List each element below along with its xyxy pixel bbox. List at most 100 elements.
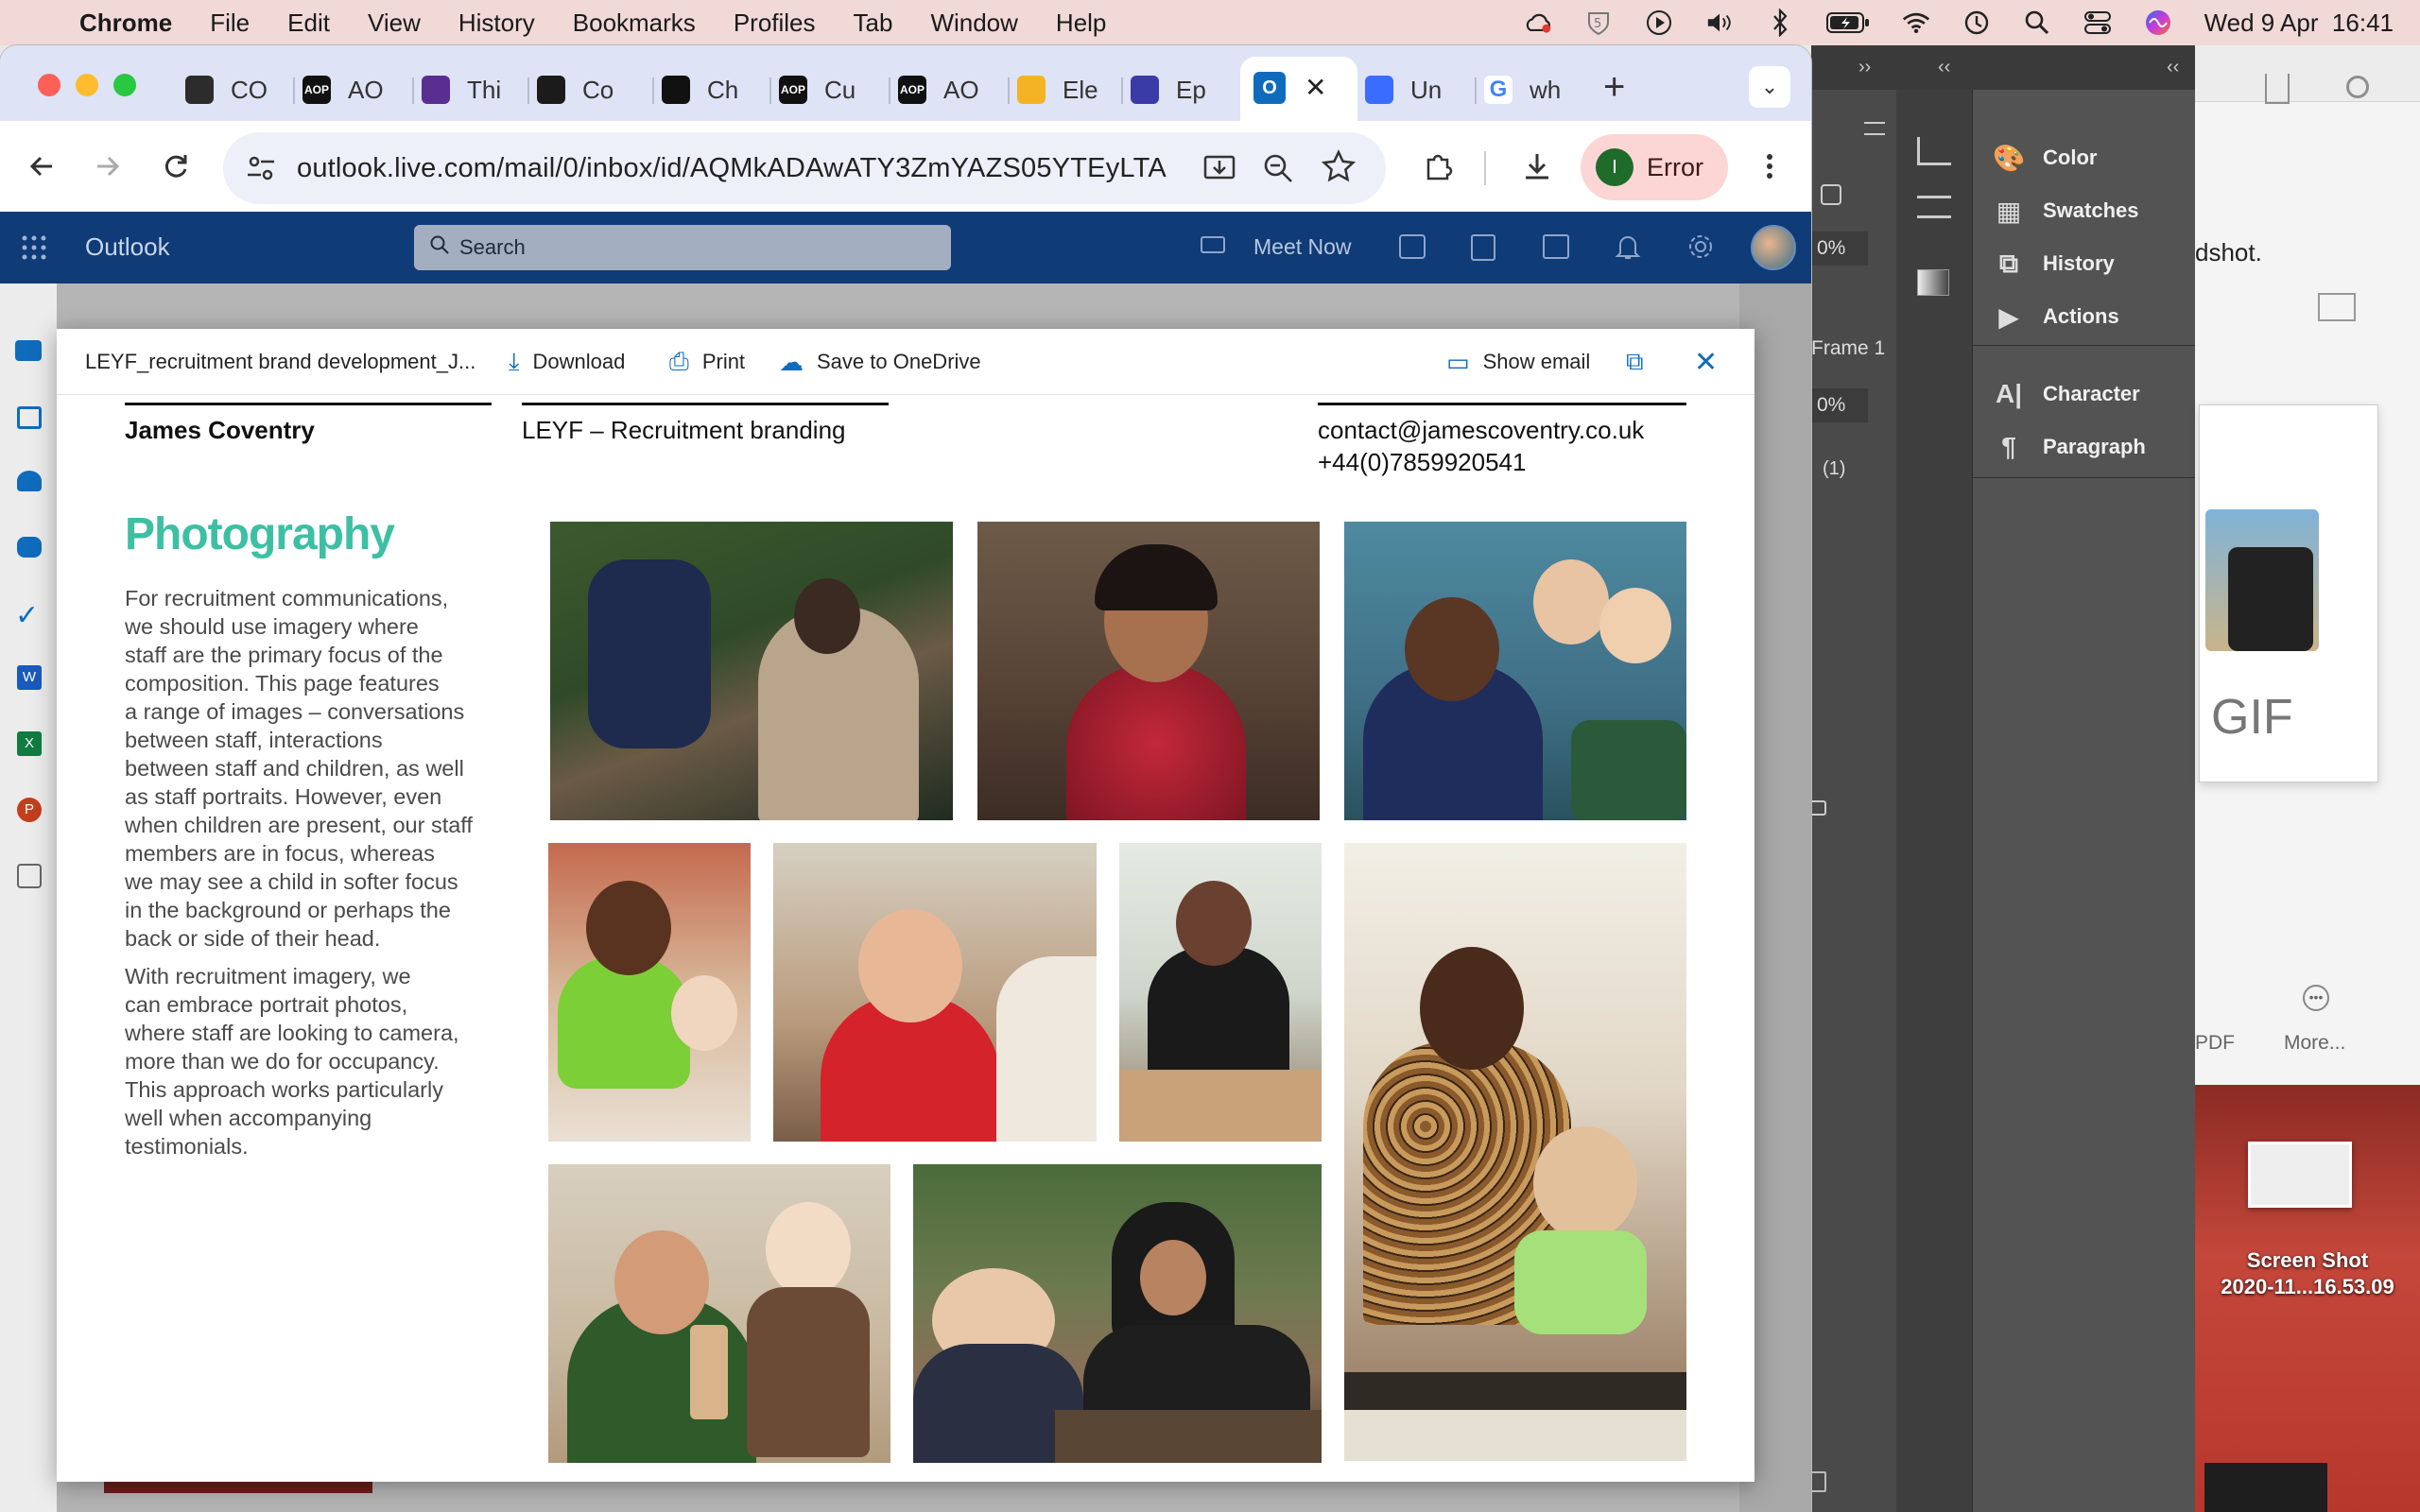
meet-now-button[interactable]: Meet Now [1253,234,1352,260]
calendar-rail-icon[interactable] [17,406,42,429]
screenshot-file-icon[interactable] [2248,1142,2352,1208]
excel-rail-icon[interactable]: X [17,731,42,756]
todo-icon[interactable] [1543,234,1569,259]
show-email-button[interactable]: ▭ Show email [1446,329,1590,395]
outlook-app-name[interactable]: Outlook [85,232,170,262]
forward-button[interactable] [87,146,129,187]
close-preview-button[interactable]: ✕ [1694,329,1718,395]
panel-color[interactable]: 🎨 Color [1973,131,2196,184]
menu-window[interactable]: Window [930,9,1017,38]
download-button[interactable]: ⤓ Download [509,329,625,395]
panel-menu-icon[interactable] [1864,122,1885,135]
menubar-clock[interactable]: Wed 9 Apr 16:41 [2204,9,2394,38]
browser-tab-10[interactable]: Un [1365,59,1442,121]
wifi-icon[interactable] [1902,9,1930,37]
bookmark-star-icon[interactable] [1321,149,1357,188]
shield-menu-icon[interactable]: 5 [1584,9,1613,37]
site-info-icon[interactable] [244,151,278,190]
browser-tab-3[interactable]: Thi [422,59,501,121]
tab-search-button[interactable]: ⌄ [1749,66,1790,108]
notifications-bell-icon[interactable] [1615,232,1641,266]
panel-paragraph[interactable]: ¶ Paragraph [1973,421,2196,473]
zoom-icon[interactable] [1261,151,1295,190]
more-apps-rail-icon[interactable] [17,864,42,888]
onenote-icon[interactable] [1471,234,1495,261]
pdf-label[interactable]: PDF [2195,1032,2235,1055]
app-launcher-icon[interactable] [21,234,47,266]
battery-icon[interactable] [1825,9,1870,37]
chrome-menu-icon[interactable] [1749,146,1790,187]
menu-tab[interactable]: Tab [854,9,893,38]
share-icon[interactable] [2265,74,2290,104]
browser-tab-9[interactable]: Ep [1131,59,1206,121]
panel-history[interactable]: ⧉ History [1973,237,2196,290]
brush-settings-icon[interactable] [1917,137,1951,165]
new-tab-button[interactable]: + [1603,66,1625,109]
people-rail-icon[interactable] [17,471,42,491]
menu-history[interactable]: History [458,9,535,38]
gif-file-icon[interactable]: GIF [2199,404,2378,782]
close-tab-icon[interactable]: ✕ [1305,72,1326,103]
settings-gear-icon[interactable] [1686,232,1715,266]
siri-icon[interactable] [2144,9,2172,37]
browser-tab-8[interactable]: Ele [1017,59,1098,121]
browser-tab-7[interactable]: AOP AO [898,59,979,121]
more-label[interactable]: More... [2284,1032,2345,1055]
percent-field[interactable]: 0% [1811,232,1868,266]
trash-icon[interactable] [1809,1471,1826,1492]
view-toggle-icon[interactable] [2318,293,2356,321]
spotlight-search-icon[interactable] [2023,9,2051,37]
print-button[interactable]: ⎙ Print [669,329,745,395]
todo-check-rail-icon[interactable]: ✓ [15,599,39,632]
lock-icon[interactable] [1809,800,1826,816]
reload-button[interactable] [155,146,197,187]
control-center-icon[interactable] [2083,9,2112,37]
bluetooth-icon[interactable] [1766,9,1794,37]
outlook-search-box[interactable]: Search [414,225,951,270]
panel-actions[interactable]: ▶ Actions [1973,290,2196,343]
browser-tab-6[interactable]: AOP Cu [779,59,856,121]
minimize-window-button[interactable] [76,74,98,96]
play-icon[interactable] [1645,9,1673,37]
menu-file[interactable]: File [210,9,250,38]
panel-character[interactable]: A| Character [1973,368,2196,421]
browser-tab-5[interactable]: Ch [662,59,738,121]
browser-tab-4[interactable]: Co [537,59,614,121]
close-window-button[interactable] [38,74,60,96]
back-button[interactable] [21,146,62,187]
menu-help[interactable]: Help [1056,9,1106,38]
profile-error-button[interactable]: I Error [1581,134,1728,200]
address-bar[interactable]: outlook.live.com/mail/0/inbox/id/AQMkADA… [223,132,1386,204]
url-text[interactable]: outlook.live.com/mail/0/inbox/id/AQMkADA… [297,153,1167,184]
expand-panels-icon-2[interactable]: ‹‹ [2167,57,2179,78]
downloads-icon[interactable] [1516,146,1558,187]
screenshot-file-name[interactable]: Screen Shot 2020-11...16.53.09 [2195,1247,2420,1300]
account-avatar[interactable] [1751,225,1796,270]
finder-search-icon[interactable] [2346,76,2369,98]
panel-swatches[interactable]: ▦ Swatches [1973,184,2196,237]
creative-cloud-icon[interactable] [1524,9,1552,37]
brush-presets-icon[interactable] [1917,196,1951,218]
save-to-onedrive-button[interactable]: ☁ Save to OneDrive [779,329,981,395]
volume-icon[interactable] [1705,9,1734,37]
groups-rail-icon[interactable] [17,537,42,558]
menu-bookmarks[interactable]: Bookmarks [573,9,696,38]
collapse-panels-icon[interactable]: ›› [1858,57,1871,78]
open-in-new-window-button[interactable]: ⧉ [1626,329,1657,395]
install-app-icon[interactable] [1202,151,1236,190]
layer-lock-icon[interactable] [1821,184,1841,205]
extensions-icon[interactable] [1418,146,1460,187]
gradient-icon[interactable] [1917,269,1949,296]
menu-profiles[interactable]: Profiles [734,9,816,38]
meet-now-icon[interactable] [1201,236,1225,253]
menu-chrome[interactable]: Chrome [79,9,172,38]
browser-tab-2[interactable]: AOP AO [302,59,384,121]
percent-field-2[interactable]: 0% [1811,388,1868,422]
menu-view[interactable]: View [368,9,421,38]
zoom-window-button[interactable] [113,74,136,96]
powerpoint-rail-icon[interactable]: P [17,798,42,822]
menu-edit[interactable]: Edit [287,9,330,38]
time-machine-icon[interactable] [1962,9,1991,37]
browser-tab-11[interactable]: Gwh [1484,59,1561,121]
expand-panels-icon[interactable]: ‹‹ [1938,57,1950,78]
